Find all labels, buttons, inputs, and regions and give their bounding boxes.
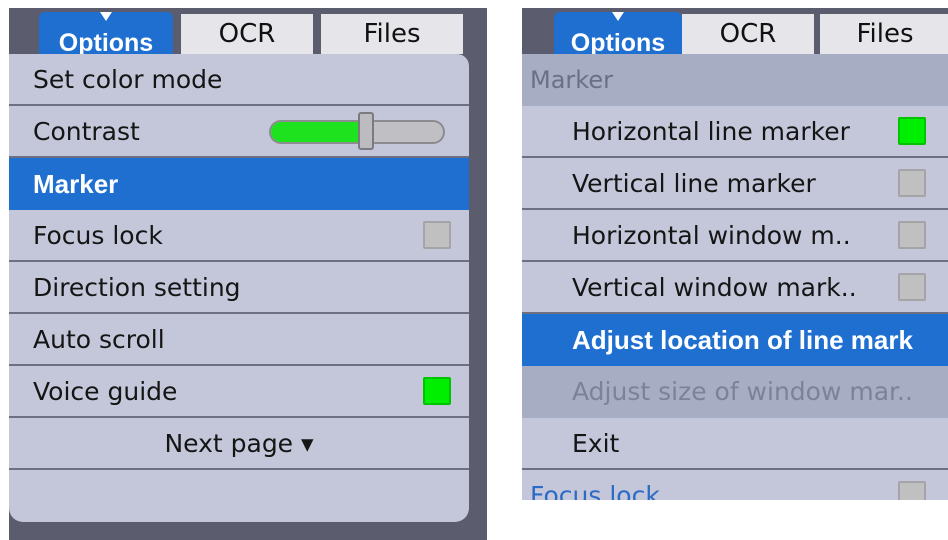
tab-files[interactable]: Files	[321, 14, 463, 54]
options-menu-panel-page-1: Options OCR Files Set color mode Contras…	[9, 8, 487, 540]
menu-item-marker[interactable]: Marker	[9, 158, 469, 210]
vertical-line-marker-checkbox[interactable]	[898, 169, 926, 197]
contrast-slider-fill	[271, 122, 368, 142]
options-menu-list: Set color mode Contrast Marker Focus loc…	[9, 54, 469, 522]
menu-item-auto-scroll[interactable]: Auto scroll	[9, 314, 469, 366]
menu-item-set-color-mode[interactable]: Set color mode	[9, 54, 469, 106]
tab-ocr[interactable]: OCR	[682, 14, 814, 54]
focus-lock-checkbox[interactable]	[898, 481, 926, 500]
menu-item-adjust-size-of-window-marker: Adjust size of window mar..	[522, 366, 948, 418]
contrast-slider[interactable]	[269, 120, 445, 144]
horizontal-window-marker-checkbox[interactable]	[898, 221, 926, 249]
options-menu-panel-marker-submenu: Options OCR Files Marker Horizontal line…	[522, 8, 948, 500]
menu-item-focus-lock[interactable]: Focus lock	[9, 210, 469, 262]
menu-item-vertical-line-marker[interactable]: Vertical line marker	[522, 158, 948, 210]
voice-guide-checkbox[interactable]	[423, 377, 451, 405]
tab-dropdown-arrow-icon	[612, 12, 624, 21]
horizontal-line-marker-checkbox[interactable]	[898, 117, 926, 145]
menu-item-direction-setting[interactable]: Direction setting	[9, 262, 469, 314]
tab-files[interactable]: Files	[820, 14, 948, 54]
next-page-button[interactable]: Next page ▾	[9, 418, 469, 470]
contrast-slider-thumb[interactable]	[358, 112, 374, 150]
menu-item-vertical-window-marker[interactable]: Vertical window mark..	[522, 262, 948, 314]
menu-item-horizontal-line-marker[interactable]: Horizontal line marker	[522, 106, 948, 158]
menu-item-horizontal-window-marker[interactable]: Horizontal window m..	[522, 210, 948, 262]
tab-ocr[interactable]: OCR	[181, 14, 313, 54]
menu-item-exit[interactable]: Exit	[522, 418, 948, 470]
marker-submenu-list: Marker Horizontal line marker Vertical l…	[522, 54, 948, 500]
tab-dropdown-arrow-icon	[100, 12, 112, 21]
menu-item-contrast[interactable]: Contrast	[9, 106, 469, 158]
menu-item-adjust-location-of-line-marker[interactable]: Adjust location of line mark	[522, 314, 948, 366]
focus-lock-checkbox[interactable]	[423, 221, 451, 249]
menu-item-voice-guide[interactable]: Voice guide	[9, 366, 469, 418]
vertical-window-marker-checkbox[interactable]	[898, 273, 926, 301]
submenu-header-marker: Marker	[522, 54, 948, 106]
menu-item-focus-lock[interactable]: Focus lock	[522, 470, 948, 500]
